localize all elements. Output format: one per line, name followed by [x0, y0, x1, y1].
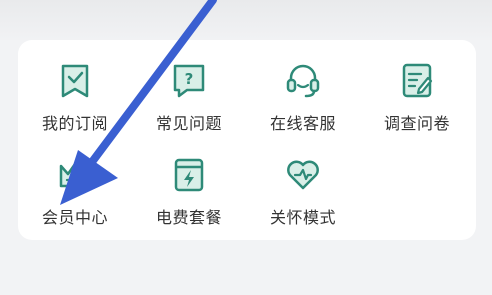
heart-care-icon [287, 160, 319, 190]
service-care-mode[interactable]: 关怀模式 [248, 134, 358, 227]
svg-text:?: ? [185, 70, 194, 88]
power-package-icon [174, 158, 204, 192]
service-label: 常见问题 [155, 114, 222, 133]
service-online-support[interactable]: 在线客服 [248, 40, 358, 133]
service-survey[interactable]: 调查问卷 [362, 40, 472, 133]
service-member-center[interactable]: 会员中心 [20, 134, 130, 227]
survey-edit-icon [402, 63, 433, 98]
crown-icon [59, 162, 91, 188]
service-label: 我的订阅 [41, 114, 108, 133]
service-label: 调查问卷 [383, 114, 450, 133]
service-label: 在线客服 [269, 114, 336, 133]
bookmark-check-icon [61, 64, 89, 98]
services-grid: 我的订阅 ? 常见问题 在线客服 调查问卷 会员中心 电费套餐 关怀模式 [18, 40, 476, 240]
service-label: 电费套餐 [155, 208, 222, 227]
service-power-package[interactable]: 电费套餐 [134, 134, 244, 227]
service-label: 会员中心 [41, 208, 108, 227]
headset-icon [286, 64, 320, 98]
service-faq[interactable]: ? 常见问题 [134, 40, 244, 133]
services-panel: 我的订阅 ? 常见问题 在线客服 调查问卷 会员中心 电费套餐 关怀模式 [18, 40, 476, 240]
top-banner-strip [0, 0, 492, 40]
question-chat-icon: ? [173, 64, 205, 98]
service-label: 关怀模式 [269, 208, 336, 227]
service-my-subscription[interactable]: 我的订阅 [20, 40, 130, 133]
